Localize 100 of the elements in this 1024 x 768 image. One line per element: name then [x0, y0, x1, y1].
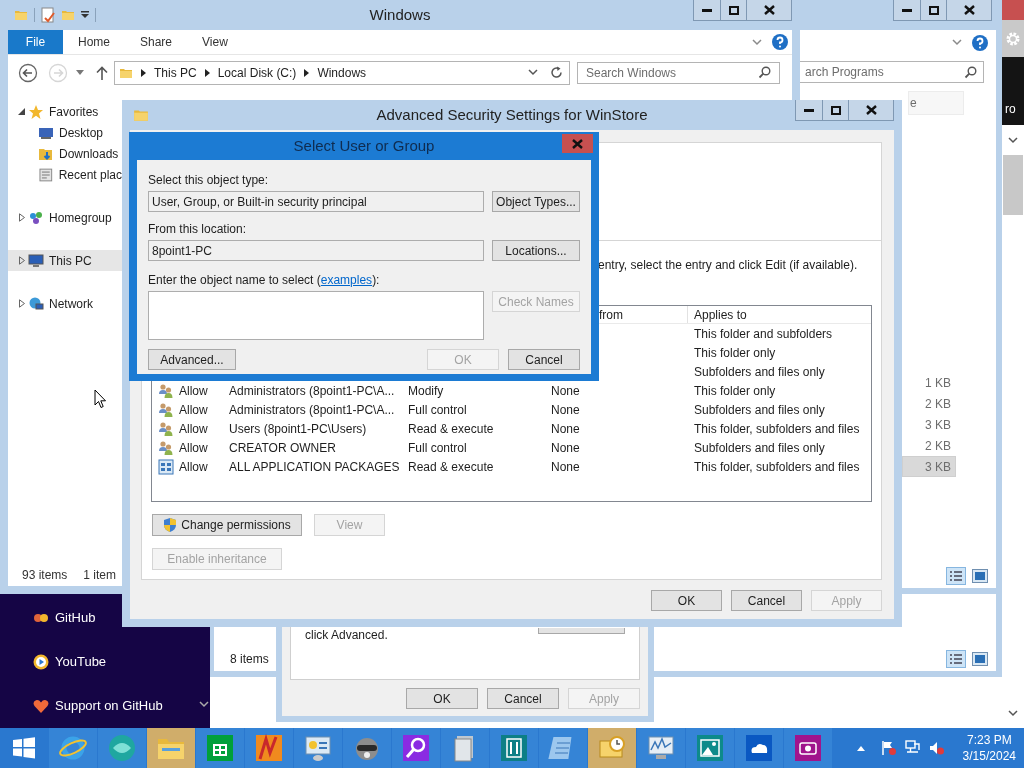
- users-icon: [157, 439, 174, 456]
- properties-icon[interactable]: [41, 7, 55, 23]
- chevron-down-icon[interactable]: [752, 38, 762, 46]
- taskbar-button[interactable]: [392, 728, 440, 768]
- store-icon: [205, 733, 235, 763]
- taskbar-button[interactable]: [490, 728, 538, 768]
- refresh-icon[interactable]: [550, 66, 563, 79]
- address-bar[interactable]: This PC Local Disk (C:) Windows: [114, 60, 570, 85]
- taskbar-button[interactable]: [784, 728, 832, 768]
- nav-item[interactable]: Homegroup: [8, 207, 122, 228]
- column-header[interactable]: e: [908, 91, 964, 115]
- table-cell: Subfolders and files only: [694, 440, 825, 455]
- breadcrumb-item[interactable]: This PC: [154, 63, 197, 82]
- panel-link[interactable]: YouTube: [55, 652, 107, 672]
- dialog-button[interactable]: Advanced...: [148, 349, 236, 370]
- thumbnail-view-icon[interactable]: [972, 652, 988, 666]
- maximize-button[interactable]: [720, 0, 746, 21]
- ribbon-tab[interactable]: File: [8, 30, 63, 54]
- close-button[interactable]: [746, 0, 792, 21]
- expander-icon[interactable]: [18, 213, 26, 222]
- search-field[interactable]: Search Windows: [577, 61, 780, 84]
- search-icon[interactable]: [758, 66, 771, 79]
- dialog-button[interactable]: Change permissions: [152, 514, 302, 536]
- minimize-icon: [804, 108, 814, 112]
- help-icon[interactable]: [972, 34, 988, 51]
- breadcrumb-item[interactable]: Local Disk (C:): [217, 63, 297, 82]
- file-size: 2 KB: [924, 395, 952, 413]
- dialog-button[interactable]: Cancel: [508, 349, 580, 370]
- taskbar-button[interactable]: [735, 728, 783, 768]
- dialog-button[interactable]: OK: [406, 688, 478, 709]
- object-name-input[interactable]: [148, 291, 484, 340]
- dialog-button[interactable]: Cancel: [487, 688, 559, 709]
- search-icon[interactable]: [964, 65, 977, 79]
- nav-item[interactable]: Desktop: [8, 122, 122, 143]
- expander-icon[interactable]: [18, 299, 26, 308]
- scrollbar-thumb[interactable]: [1003, 155, 1023, 215]
- breadcrumb-arrow-icon[interactable]: [304, 68, 310, 77]
- chevron-down-icon[interactable]: [528, 69, 538, 76]
- help-icon[interactable]: [772, 34, 788, 50]
- taskbar-button[interactable]: [294, 728, 342, 768]
- minimize-button[interactable]: [893, 0, 920, 21]
- examples-link[interactable]: examples: [320, 273, 373, 287]
- ribbon-tab[interactable]: View: [187, 30, 243, 54]
- taskbar-button[interactable]: [196, 728, 244, 768]
- search-field[interactable]: arch Programs: [798, 61, 984, 83]
- network-icon[interactable]: [904, 740, 921, 756]
- column-header[interactable]: from: [599, 305, 623, 324]
- table-cell: Subfolders and files only: [694, 402, 825, 417]
- details-view-icon[interactable]: [946, 567, 966, 585]
- scroll-down-icon[interactable]: [1008, 709, 1018, 717]
- close-icon: [763, 5, 775, 15]
- breadcrumb-arrow-icon[interactable]: [141, 68, 146, 77]
- breadcrumb-item[interactable]: Windows: [317, 63, 367, 82]
- close-button[interactable]: [848, 100, 894, 121]
- breadcrumb-arrow-icon[interactable]: [204, 68, 210, 77]
- location-field: 8point1-PC: [148, 240, 484, 261]
- nav-item[interactable]: Recent plac: [8, 164, 122, 185]
- dialog-button[interactable]: OK: [651, 590, 722, 611]
- nav-item[interactable]: Network: [8, 293, 122, 314]
- dialog-button[interactable]: Object Types...: [492, 191, 580, 212]
- column-header[interactable]: Applies to: [688, 306, 871, 323]
- table-cell: None: [551, 383, 580, 398]
- thumbnail-view-icon[interactable]: [972, 569, 988, 583]
- nav-item[interactable]: Downloads: [8, 143, 122, 164]
- minimize-button[interactable]: [795, 100, 822, 121]
- recent-dropdown-icon[interactable]: [76, 70, 84, 75]
- clock-time[interactable]: 7:23 PM: [966, 732, 1012, 748]
- table-cell: Allow: [179, 421, 208, 436]
- show-hidden-icons-icon[interactable]: [856, 745, 865, 751]
- minimize-button[interactable]: [693, 0, 720, 21]
- taskbar-button[interactable]: [686, 728, 734, 768]
- ribbon-tab[interactable]: Share: [125, 30, 188, 54]
- back-icon[interactable]: [18, 62, 38, 83]
- maximize-button[interactable]: [822, 100, 848, 121]
- taskbar-button[interactable]: [441, 728, 489, 768]
- muted-speaker-icon[interactable]: [928, 740, 945, 756]
- maximize-button[interactable]: [920, 0, 946, 21]
- dialog-button[interactable]: Locations...: [492, 240, 580, 261]
- taskbar-button[interactable]: [343, 728, 391, 768]
- scroll-down-icon[interactable]: [199, 701, 209, 708]
- panel-link[interactable]: GitHub: [55, 608, 96, 628]
- dropdown-icon[interactable]: [81, 11, 89, 19]
- dialog-button[interactable]: Cancel: [731, 590, 802, 611]
- ribbon-tab[interactable]: Home: [63, 30, 125, 54]
- expander-icon[interactable]: [18, 256, 26, 265]
- table-cell: This folder only: [694, 345, 776, 360]
- dialog-title: Select User or Group: [293, 135, 435, 156]
- panel-link[interactable]: Support on GitHub: [55, 696, 163, 716]
- close-button[interactable]: [946, 0, 992, 21]
- taskbar-button[interactable]: [637, 728, 685, 768]
- minimize-icon: [902, 8, 912, 12]
- expander-icon[interactable]: [18, 107, 26, 116]
- up-arrow-icon[interactable]: [96, 65, 108, 80]
- nav-item[interactable]: This PC: [8, 250, 122, 271]
- nav-item[interactable]: Favorites: [8, 101, 122, 122]
- chevron-down-icon[interactable]: [952, 39, 962, 46]
- flag-icon[interactable]: [880, 740, 897, 756]
- clock-date[interactable]: 3/15/2024: [962, 748, 1016, 764]
- details-view-icon[interactable]: [946, 650, 966, 668]
- field-label: Enter the object name to select (examples):: [148, 273, 381, 287]
